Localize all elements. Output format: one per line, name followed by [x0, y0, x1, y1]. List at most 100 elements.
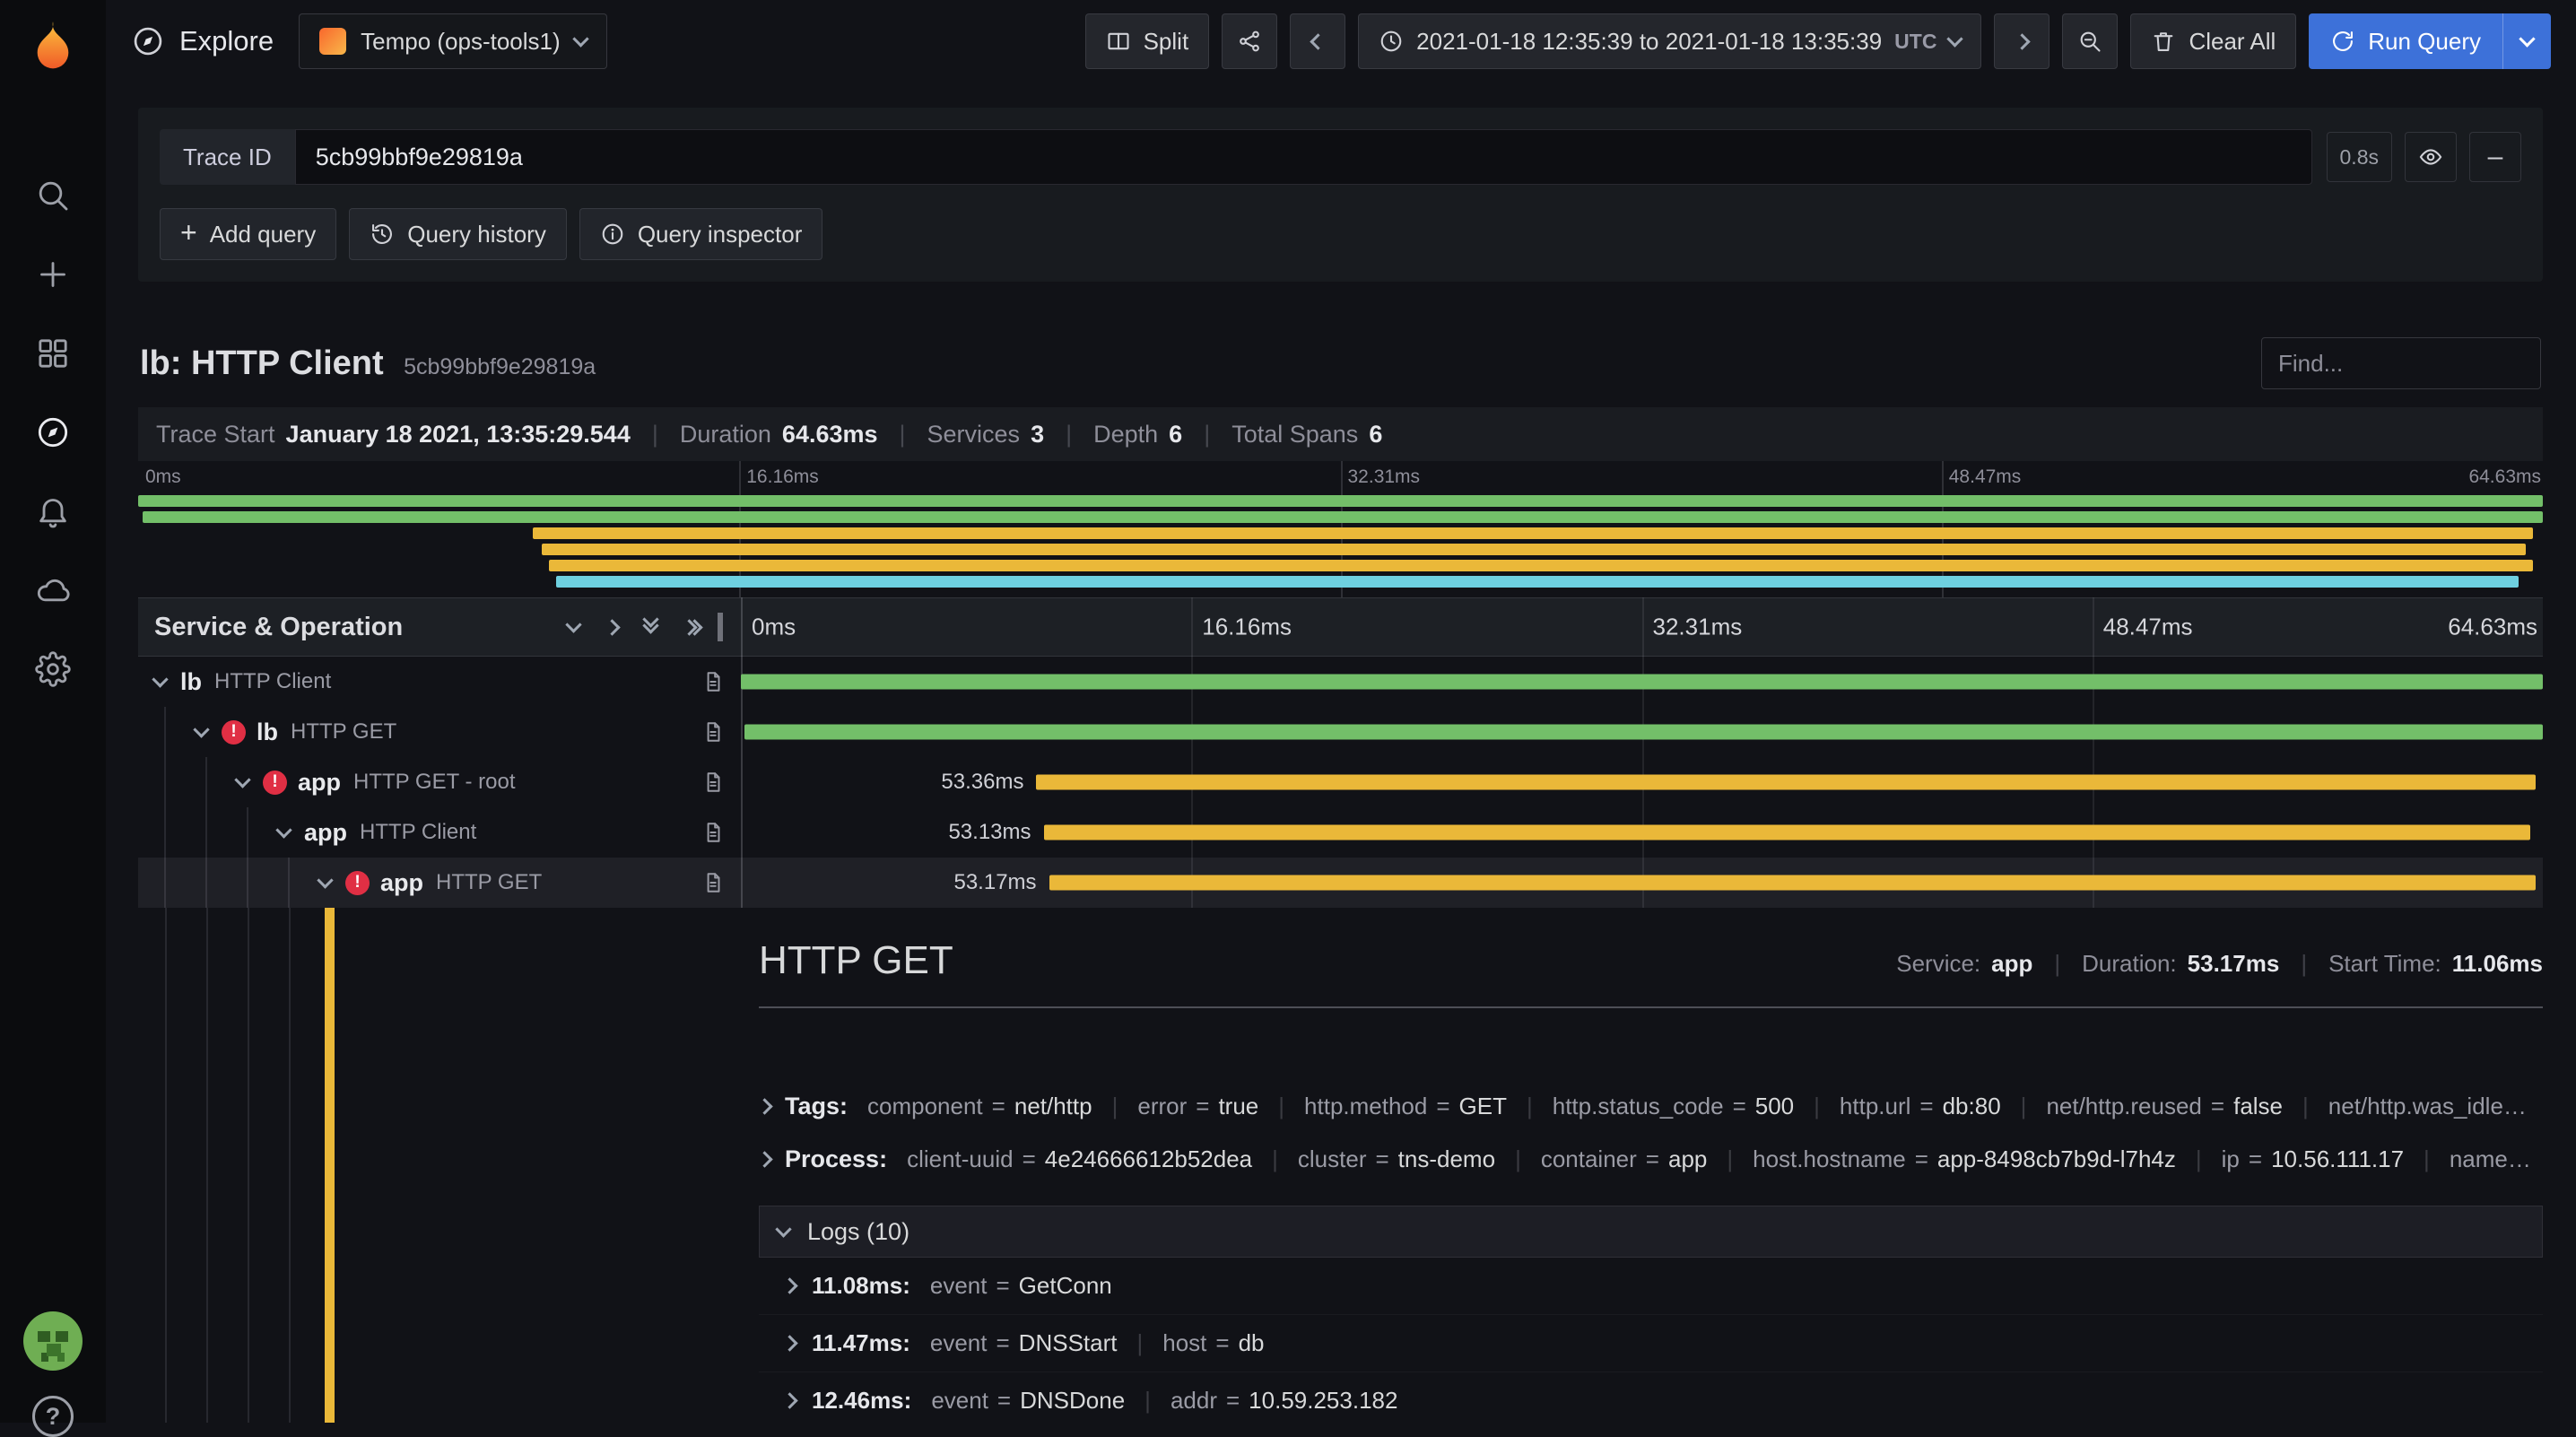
- help-icon[interactable]: ?: [32, 1396, 74, 1437]
- chevron-down-icon[interactable]: [317, 872, 333, 888]
- time-range-label: 2021-01-18 12:35:39 to 2021-01-18 13:35:…: [1416, 28, 1882, 56]
- logs-header[interactable]: Logs (10): [759, 1206, 2543, 1258]
- share-button[interactable]: [1222, 13, 1277, 69]
- minimap-tick-label: 48.47ms: [1942, 466, 2022, 488]
- column-resize-handle[interactable]: [718, 613, 723, 641]
- process-row[interactable]: Process: client-uuid=4e24666612b52dea|cl…: [759, 1145, 2543, 1173]
- expand-one-icon[interactable]: [604, 619, 620, 635]
- kv-key: event: [930, 1272, 988, 1300]
- create-plus-icon[interactable]: [32, 254, 74, 295]
- page-title-label: Explore: [179, 25, 274, 57]
- expand-all-icon[interactable]: [683, 622, 694, 633]
- meta-separator: |: [652, 421, 658, 449]
- dashboards-icon[interactable]: [32, 333, 74, 374]
- chevron-down-icon[interactable]: [234, 771, 250, 788]
- datasource-picker[interactable]: Tempo (ops-tools1): [299, 13, 607, 69]
- settings-gear-icon[interactable]: [32, 649, 74, 690]
- span-row[interactable]: appHTTP Client53.13ms: [138, 807, 2543, 858]
- kv-value: 10.59.253.182: [1249, 1387, 1397, 1415]
- time-picker-button[interactable]: 2021-01-18 12:35:39 to 2021-01-18 13:35:…: [1358, 13, 1981, 69]
- span-row[interactable]: lbHTTP Client: [138, 657, 2543, 707]
- span-document-icon[interactable]: [701, 821, 725, 844]
- clear-all-button[interactable]: Clear All: [2130, 13, 2296, 69]
- span-bar: [741, 675, 2543, 690]
- run-query-caret[interactable]: [2502, 13, 2551, 69]
- kv-value: DNSStart: [1019, 1329, 1118, 1357]
- timeline-tick-label: 16.16ms: [1191, 614, 1292, 641]
- span-name-cell[interactable]: !lbHTTP GET: [138, 707, 741, 757]
- span-row[interactable]: !lbHTTP GET: [138, 707, 2543, 757]
- chevron-down-icon[interactable]: [152, 671, 168, 687]
- trace-id-input[interactable]: [295, 129, 2312, 185]
- span-timeline-cell[interactable]: 53.13ms: [741, 807, 2543, 858]
- time-back-button[interactable]: [1290, 13, 1345, 69]
- chevron-down-icon[interactable]: [275, 822, 292, 838]
- indent-guide: [288, 858, 290, 908]
- collapse-all-icon[interactable]: [645, 621, 657, 633]
- run-query-button[interactable]: Run Query: [2309, 13, 2551, 69]
- span-bar: [1044, 825, 2530, 840]
- collapse-query-button[interactable]: –: [2469, 132, 2521, 182]
- equals-sign: =: [2211, 1093, 2224, 1120]
- trace-minimap[interactable]: 0ms16.16ms32.31ms48.47ms64.63ms: [138, 461, 2543, 597]
- kv-key: event: [930, 1329, 988, 1357]
- search-icon[interactable]: [32, 175, 74, 216]
- span-timeline-cell[interactable]: [741, 707, 2543, 757]
- process-list: client-uuid=4e24666612b52dea|cluster=tns…: [907, 1145, 2531, 1173]
- span-service-name: app: [380, 869, 423, 897]
- detail-meta-label: Service:: [1896, 950, 1980, 978]
- alerting-bell-icon[interactable]: [32, 491, 74, 532]
- chevron-down-icon[interactable]: [193, 721, 209, 737]
- find-input[interactable]: [2261, 337, 2541, 389]
- grafana-logo-icon[interactable]: [25, 18, 81, 74]
- chevron-right-icon: [759, 1151, 773, 1167]
- span-name-cell[interactable]: !appHTTP GET - root: [138, 757, 741, 807]
- meta-label: Total Spans: [1231, 421, 1358, 449]
- span-document-icon[interactable]: [701, 720, 725, 744]
- split-button[interactable]: Split: [1085, 13, 1210, 69]
- trace-id-label: Trace ID: [160, 129, 295, 185]
- tags-row[interactable]: Tags: component=net/http|error=true|http…: [759, 1093, 2543, 1120]
- kv-key: http.method: [1304, 1093, 1427, 1120]
- add-query-button[interactable]: + Add query: [160, 208, 336, 260]
- query-history-label: Query history: [407, 221, 546, 248]
- span-name-cell[interactable]: !appHTTP GET: [138, 858, 741, 908]
- span-timeline-cell[interactable]: [741, 657, 2543, 707]
- run-query-label: Run Query: [2368, 28, 2481, 56]
- sidebar: ?: [0, 0, 106, 1423]
- share-icon: [1237, 29, 1262, 54]
- cloud-icon[interactable]: [32, 570, 74, 611]
- user-avatar[interactable]: [23, 1311, 83, 1371]
- span-name-cell[interactable]: appHTTP Client: [138, 807, 741, 858]
- collapse-one-icon[interactable]: [565, 616, 581, 632]
- span-row[interactable]: !appHTTP GET53.17ms: [138, 858, 2543, 908]
- span-detail-title: HTTP GET: [759, 938, 953, 983]
- equals-sign: =: [1646, 1145, 1659, 1173]
- query-history-button[interactable]: Query history: [349, 208, 567, 260]
- zoom-out-button[interactable]: [2062, 13, 2118, 69]
- kv-separator: |: [2021, 1093, 2027, 1120]
- explore-compass-icon[interactable]: [32, 412, 74, 453]
- query-inspector-button[interactable]: Query inspector: [579, 208, 823, 260]
- log-row[interactable]: 11.08ms:event=GetConn: [759, 1258, 2543, 1315]
- span-name-cell[interactable]: lbHTTP Client: [138, 657, 741, 707]
- span-document-icon[interactable]: [701, 771, 725, 794]
- span-document-icon[interactable]: [701, 871, 725, 894]
- minimap-span-bar: [542, 544, 2526, 555]
- span-document-icon[interactable]: [701, 670, 725, 693]
- span-rows: lbHTTP Client!lbHTTP GET!appHTTP GET - r…: [138, 657, 2543, 908]
- toggle-visibility-button[interactable]: [2405, 132, 2457, 182]
- log-row[interactable]: 12.46ms:event=DNSDone|addr=10.59.253.182: [759, 1372, 2543, 1423]
- kv-value: false: [2233, 1093, 2283, 1120]
- indent-guide: [164, 707, 166, 757]
- tags-list: component=net/http|error=true|http.metho…: [867, 1093, 2527, 1120]
- kv-value: GetConn: [1019, 1272, 1112, 1300]
- span-timeline-cell[interactable]: 53.36ms: [741, 757, 2543, 807]
- meta-value: January 18 2021, 13:35:29.544: [286, 421, 631, 449]
- time-forward-button[interactable]: [1994, 13, 2049, 69]
- log-row[interactable]: 11.47ms:event=DNSStart|host=db: [759, 1315, 2543, 1372]
- history-icon: [370, 222, 395, 247]
- span-timeline-cell[interactable]: 53.17ms: [741, 858, 2543, 908]
- error-icon: !: [222, 720, 246, 745]
- span-row[interactable]: !appHTTP GET - root53.36ms: [138, 757, 2543, 807]
